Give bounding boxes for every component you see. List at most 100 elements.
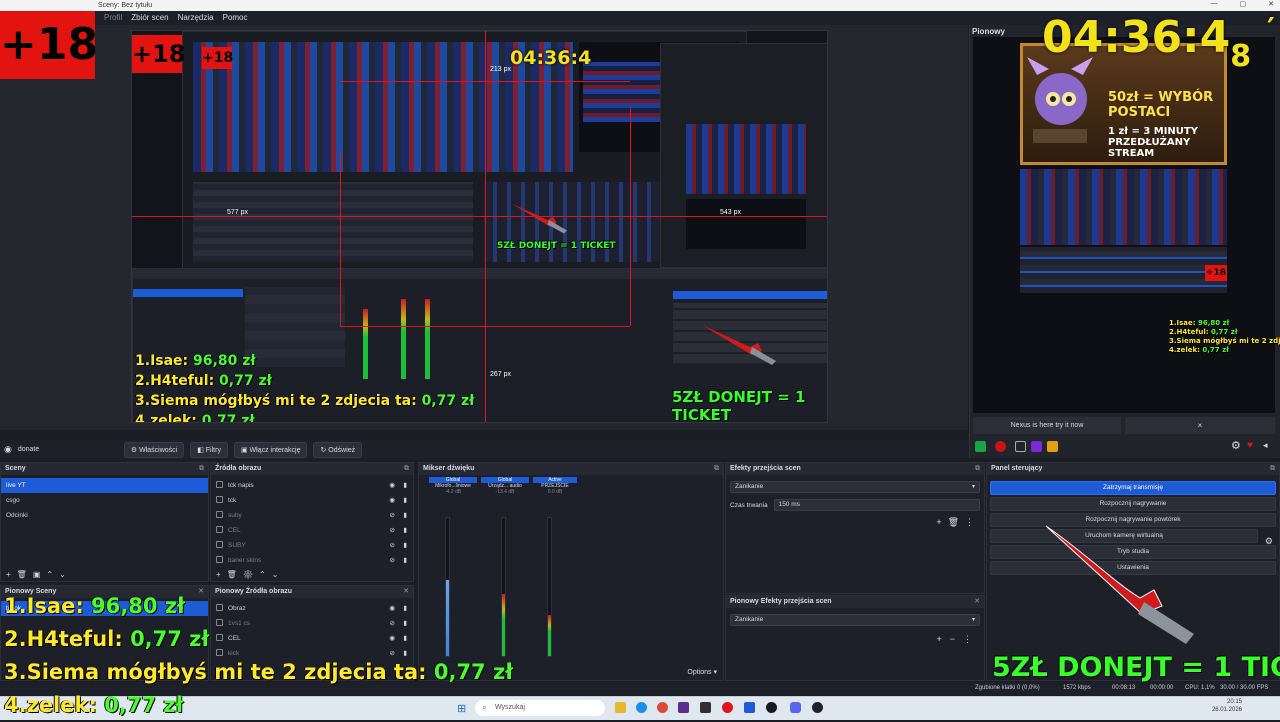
scenes-dock-footer[interactable]: +🗑▣⌃⌄ <box>1 568 208 581</box>
preview-donor-3: 3.Siema mógłbyś mi te 2 zdjecia ta: 0,77… <box>135 393 475 409</box>
vertical-timer: 04:36:48 ′ <box>1042 12 1275 83</box>
menu-item-profile[interactable]: Profil <box>104 11 122 25</box>
clock-time: 20:15 <box>1226 699 1242 705</box>
ticket-overlay-text: 5ZŁ DONEJT = 1 TICKET <box>992 652 1280 683</box>
duration-input[interactable]: 150 ms <box>773 499 980 511</box>
program-preview[interactable]: +18 +18 04:36:4 04:36:48 50zł = WYBÓR PO… <box>131 30 828 423</box>
vertical-donor-1: 1.Isae: 96,80 zł <box>1169 319 1230 327</box>
transition-actions[interactable]: +🗑⋮ <box>730 517 980 528</box>
dock-float-icon[interactable]: ⧉ <box>199 463 204 475</box>
vertical-heart-icon[interactable]: ♥ <box>1247 440 1253 451</box>
sources-dock-title: Źródła obrazu ⧉ <box>211 463 413 475</box>
vertical-camera-icon[interactable] <box>1047 441 1058 452</box>
vertical-square-icon[interactable] <box>1015 441 1026 452</box>
donor-4: 4.zelek: 0,77 zł <box>4 693 184 717</box>
scene-item[interactable]: Odcinki <box>1 508 208 523</box>
source-item[interactable]: SUBY ⊘ ▮ <box>211 538 413 553</box>
meter-3 <box>547 517 552 657</box>
taskbar-clock[interactable]: 20:15 26.01.2026 <box>1212 698 1242 714</box>
refresh-label: Odśwież <box>328 446 356 454</box>
start-recording-button[interactable]: Rozpocznij nagrywanie <box>990 497 1276 511</box>
steam-icon[interactable] <box>766 702 777 713</box>
preview-ticket-text: 5ZŁ DONEJT = 1 TICKET <box>672 388 806 423</box>
source-item[interactable]: suby ⊘ ▮ <box>211 508 413 523</box>
properties-button[interactable]: ⚙ Właściwości <box>123 441 185 458</box>
eye-off-icon: ⊘ <box>389 527 395 534</box>
close-icon[interactable]: ✕ <box>974 596 980 608</box>
window-title-bar: Sceny: Bez tytułu <box>0 0 1280 11</box>
menu-item-scene-collection[interactable]: Zbiór scen <box>131 11 168 25</box>
preview-donor-1: 1.Isae: 96,80 zł <box>135 353 256 369</box>
options-label: Options <box>687 669 712 676</box>
scene-item[interactable]: csgo <box>1 493 208 508</box>
dock-float-icon[interactable]: ⧉ <box>404 463 409 475</box>
chrome-icon[interactable] <box>657 702 668 713</box>
eye-icon: ◉ <box>389 497 395 504</box>
app-icon[interactable] <box>700 702 711 713</box>
source-item[interactable]: tck ◉ ▮ <box>211 493 413 508</box>
lock-icon: ▮ <box>403 542 407 549</box>
vertical-transition-select[interactable]: Zanikanie ▾ <box>730 614 980 626</box>
live-time: 00:08:13 <box>1112 685 1136 691</box>
nexus-close-button[interactable]: × <box>1125 417 1275 434</box>
scenes-dock-title: Sceny ⧉ <box>1 463 208 475</box>
vertical-promo-line1: 50zł = WYBÓR POSTACI <box>1108 90 1214 120</box>
virtual-camera-settings-icon[interactable]: ⚙ <box>1265 536 1273 547</box>
opera-icon[interactable] <box>722 702 733 713</box>
dock-float-icon[interactable]: ⧉ <box>1270 463 1275 475</box>
fps: 30.00 / 30.00 FPS <box>1220 685 1269 691</box>
nexus-button[interactable]: Nexus is here try it now <box>973 417 1121 434</box>
interact-button[interactable]: ▣ Włącz interakcję <box>233 441 308 458</box>
mixer-title: Mikser dźwięku ⧉ <box>419 463 723 475</box>
mixer-channel-2: Global Urządz... audio -13.4 dB <box>481 477 529 495</box>
minimize-icon[interactable]: — <box>1211 0 1218 11</box>
app-icon[interactable] <box>744 702 755 713</box>
maximize-icon[interactable]: ▢ <box>1240 0 1247 11</box>
vertical-transition-actions[interactable]: +−⋮ <box>730 634 980 645</box>
app-icon[interactable] <box>678 702 689 713</box>
vertical-donor-list: 1.Isae: 96,80 zł 2.H4teful: 0,77 zł 3.Si… <box>1169 319 1280 355</box>
filters-button[interactable]: ◧ Filtry <box>190 441 228 458</box>
bitrate: 1572 kbps <box>1063 685 1091 691</box>
vertical-more-icon[interactable]: ◂ <box>1263 440 1268 451</box>
scene-item[interactable]: live YT <box>1 478 208 493</box>
edge-icon[interactable] <box>636 702 647 713</box>
donor-1: 1.Isae: 96,80 zł <box>4 594 185 618</box>
refresh-button[interactable]: ↻ Odśwież <box>313 441 363 458</box>
interact-label: Włącz interakcję <box>249 446 301 454</box>
menu-item-help[interactable]: Pomoc <box>223 11 248 25</box>
vertical-donor-3: 3.Siema mógłbyś mi te 2 zdjecia ta: 0,77… <box>1169 337 1280 345</box>
dock-float-icon[interactable]: ⧉ <box>714 463 719 475</box>
source-item[interactable]: tck napis ◉ ▮ <box>211 478 413 493</box>
filters-label: Filtry <box>205 446 221 454</box>
obs-icon[interactable] <box>812 702 823 713</box>
stop-stream-button[interactable]: Zatrzymaj transmisję <box>990 481 1276 495</box>
vertical-donor-4: 4.zelek: 0,77 zł <box>1169 346 1229 354</box>
meter-fill <box>548 614 551 656</box>
lock-icon: ▮ <box>403 497 407 504</box>
measure-577: 577 px <box>227 209 249 216</box>
measure-267: 267 px <box>490 371 512 378</box>
vertical-settings-icon[interactable]: ⚙ <box>1231 439 1241 452</box>
transition-select[interactable]: Zanikanie ▾ <box>730 481 980 493</box>
sources-dock-footer[interactable]: +🗑⚙⌃⌄ <box>211 568 413 581</box>
dock-float-icon[interactable]: ⧉ <box>975 463 980 475</box>
vertical-stream-icon[interactable] <box>975 441 986 452</box>
preview-donor-list: 1.Isae: 96,80 zł 2.H4teful: 0,77 zł 3.Si… <box>135 351 475 423</box>
vertical-record-icon[interactable] <box>995 441 1006 452</box>
knife-icon <box>702 325 776 365</box>
source-item[interactable]: baner skins ⊘ ▮ <box>211 553 413 568</box>
preview-donor-4: 4.zelek: 0,77 zł <box>135 413 255 423</box>
source-item[interactable]: CEL ⊘ ▮ <box>211 523 413 538</box>
filter-icon: ◧ <box>197 446 206 454</box>
discord-icon[interactable] <box>790 702 801 713</box>
lock-icon: ▮ <box>403 527 407 534</box>
window-controls: — ▢ ✕ <box>1211 0 1275 11</box>
mixer-options-button[interactable]: Options ▾ <box>687 668 717 676</box>
vertical-purple-icon[interactable] <box>1031 441 1042 452</box>
vertical-preview[interactable]: 50zł = WYBÓR POSTACI 1 zł = 3 MINUTY PRZ… <box>973 37 1280 413</box>
menu-item-tools[interactable]: Narzędzia <box>178 11 214 25</box>
file-explorer-icon[interactable] <box>615 702 626 713</box>
preview-donor-2: 2.H4teful: 0,77 zł <box>135 373 272 389</box>
donor-2: 2.H4teful: 0,77 zł <box>4 627 210 651</box>
